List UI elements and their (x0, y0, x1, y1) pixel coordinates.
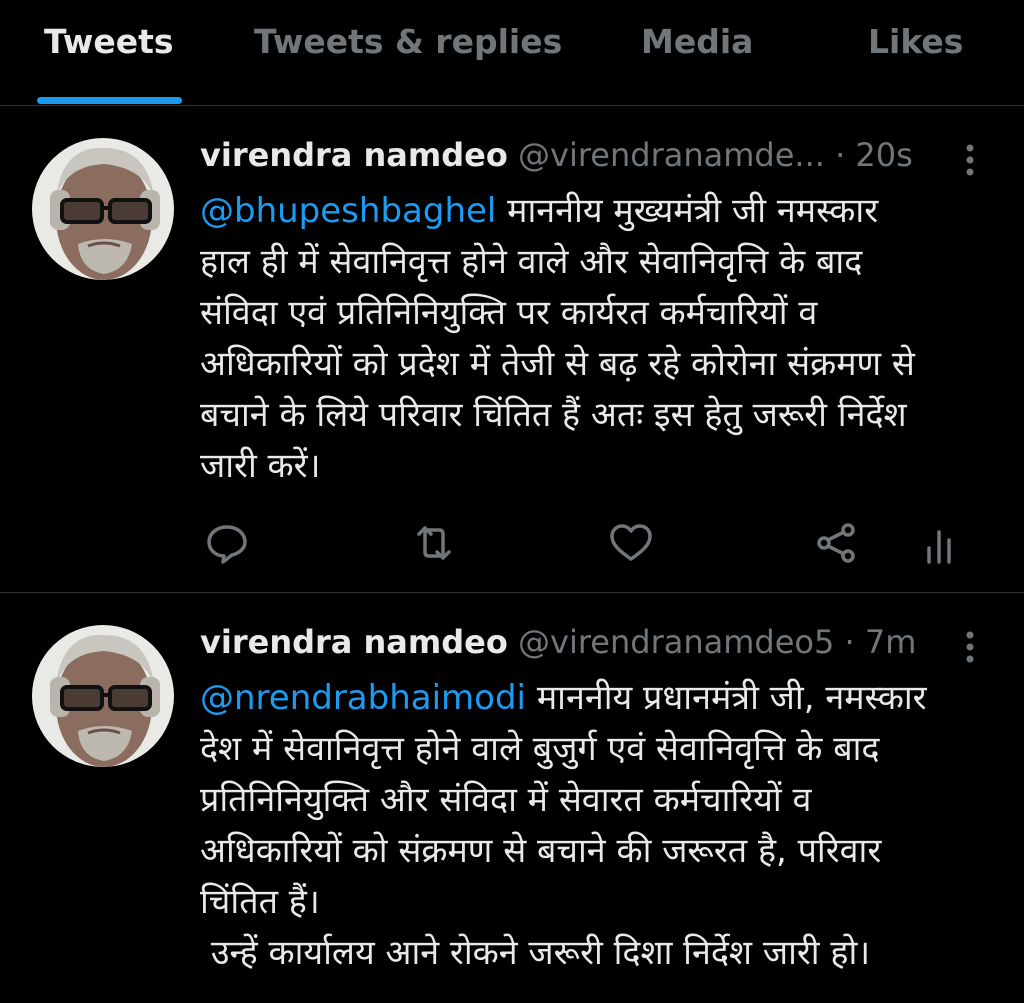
tab-likes[interactable]: Likes (868, 22, 963, 66)
separator-dot: · (824, 136, 856, 174)
tweet-timestamp[interactable]: 7m (865, 623, 917, 661)
mention-link[interactable]: @bhupeshbaghel (200, 191, 496, 231)
more-options-icon[interactable] (958, 140, 982, 180)
analytics-icon[interactable] (915, 518, 965, 568)
reply-icon[interactable] (202, 518, 252, 568)
like-icon[interactable] (606, 518, 656, 568)
author-name[interactable]: virendra namdeo (200, 623, 508, 661)
tweet-body: माननीय प्रधानमंत्री जी, नमस्कार देश में … (200, 678, 927, 973)
avatar[interactable] (32, 138, 174, 280)
separator-dot: · (834, 623, 865, 661)
tweet[interactable]: virendra namdeo @virendranamdeo5 · 7m @n… (0, 593, 1024, 1003)
retweet-icon[interactable] (409, 518, 459, 568)
author-handle[interactable]: @virendranamde... (518, 136, 825, 174)
tweet-actions (200, 518, 980, 568)
tweet-header: virendra namdeo @virendranamdeo5 · 7m (200, 623, 1000, 671)
tweet-text: @bhupeshbaghel माननीय मुख्यमंत्री जी नमस… (200, 186, 1000, 492)
tweet-timestamp[interactable]: 20s (855, 136, 912, 174)
more-options-icon[interactable] (958, 627, 982, 667)
tab-tweets[interactable]: Tweets (44, 22, 174, 66)
tweet[interactable]: virendra namdeo @virendranamde... · 20s … (0, 106, 1024, 593)
profile-tabs: Tweets Tweets & replies Media Likes (0, 0, 1024, 106)
tab-media[interactable]: Media (641, 22, 753, 66)
tweet-text: @nrendrabhaimodi माननीय प्रधानमंत्री जी,… (200, 673, 1000, 979)
author-handle[interactable]: @virendranamdeo5 (518, 623, 834, 661)
share-icon[interactable] (812, 518, 862, 568)
avatar[interactable] (32, 625, 174, 767)
tab-tweets-replies[interactable]: Tweets & replies (254, 22, 562, 66)
tweet-body: माननीय मुख्यमंत्री जी नमस्कार हाल ही में… (200, 191, 915, 486)
tweet-header: virendra namdeo @virendranamde... · 20s (200, 136, 1000, 184)
mention-link[interactable]: @nrendrabhaimodi (200, 678, 526, 718)
author-name[interactable]: virendra namdeo (200, 136, 508, 174)
active-tab-indicator (37, 97, 182, 104)
